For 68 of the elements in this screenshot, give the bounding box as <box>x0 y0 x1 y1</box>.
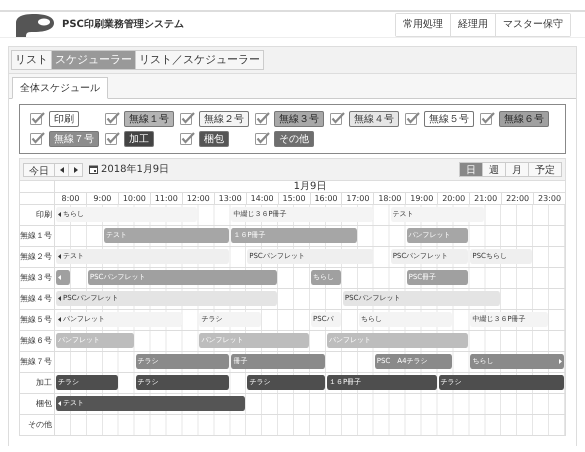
view-button[interactable]: 月 <box>506 162 529 177</box>
category-tag: 梱包 <box>199 131 229 147</box>
date-label: 2018年1月9日 <box>101 163 170 177</box>
view-button[interactable]: 週 <box>483 162 506 177</box>
checked-checkbox[interactable] <box>180 112 196 126</box>
view-tab[interactable]: リスト <box>12 51 51 69</box>
row-label: 無線２号 <box>20 247 55 267</box>
view-button[interactable]: 日 <box>459 162 483 177</box>
row-label: 無線５号 <box>20 310 55 330</box>
hour-header: 22:00 <box>502 193 534 204</box>
hour-header: 20:00 <box>438 193 470 204</box>
category-tag: 無線１号 <box>124 111 174 127</box>
category-tag: 加工 <box>124 131 154 147</box>
category-tag: 無線７号 <box>49 131 99 147</box>
category-tag: 印刷 <box>49 111 79 127</box>
row-label: 印刷 <box>20 205 55 225</box>
hour-header: 16:00 <box>310 193 342 204</box>
view-tab[interactable]: リスト／スケジューラー <box>135 51 263 69</box>
app-title: PSC印刷業務管理システム <box>62 18 184 32</box>
caret-right-icon <box>74 166 78 172</box>
row-label: 梱包 <box>20 394 55 414</box>
hour-header: 21:00 <box>470 193 502 204</box>
day-header: 1月9日 <box>292 181 328 192</box>
row-label: 無線４号 <box>20 289 55 309</box>
hour-header: 10:00 <box>118 193 151 204</box>
checked-checkbox[interactable] <box>105 132 121 146</box>
checked-checkbox[interactable] <box>30 112 46 126</box>
event-bar[interactable] <box>55 270 71 285</box>
hour-header: 11:00 <box>150 193 183 204</box>
previous-button[interactable] <box>55 162 69 176</box>
sub-tab[interactable]: 全体スケジュール <box>12 77 108 99</box>
category-tag: 無線５号 <box>424 111 474 127</box>
caret-left-icon <box>60 166 64 172</box>
logo-icon <box>14 12 56 36</box>
category-tag: 無線６号 <box>499 111 549 127</box>
hour-header: 13:00 <box>214 193 247 204</box>
row-label: 加工 <box>20 373 55 393</box>
hour-header: 9:00 <box>86 193 119 204</box>
checked-checkbox[interactable] <box>480 112 496 126</box>
row-label: その他 <box>20 415 55 435</box>
row-label: 無線６号 <box>20 331 55 351</box>
checked-checkbox[interactable] <box>330 112 346 126</box>
checked-checkbox[interactable] <box>180 132 196 146</box>
checked-checkbox[interactable] <box>405 112 421 126</box>
category-tag: その他 <box>274 131 314 147</box>
row-label: 無線３号 <box>20 268 55 288</box>
hour-header: 18:00 <box>374 193 406 204</box>
row-label: 無線７号 <box>20 352 55 372</box>
category-tag: 無線２号 <box>199 111 249 127</box>
category-tag: 無線３号 <box>274 111 324 127</box>
hour-header: 8:00 <box>55 193 87 204</box>
hour-header: 12:00 <box>182 193 215 204</box>
checked-checkbox[interactable] <box>255 132 271 146</box>
menu-button[interactable]: マスター保守 <box>495 14 570 36</box>
hour-header: 19:00 <box>406 193 438 204</box>
hour-header: 17:00 <box>342 193 374 204</box>
checked-checkbox[interactable] <box>105 112 121 126</box>
calendar-icon[interactable] <box>89 165 98 174</box>
hour-header: 14:00 <box>246 193 279 204</box>
checked-checkbox[interactable] <box>30 132 46 146</box>
checked-checkbox[interactable] <box>255 112 271 126</box>
hour-header: 15:00 <box>278 193 310 204</box>
today-button[interactable]: 今日 <box>23 162 55 176</box>
view-button[interactable]: 予定 <box>529 162 562 177</box>
category-tag: 無線４号 <box>349 111 399 127</box>
hour-header: 23:00 <box>537 193 562 204</box>
row-label: 無線１号 <box>20 226 55 246</box>
next-button[interactable] <box>69 162 83 176</box>
